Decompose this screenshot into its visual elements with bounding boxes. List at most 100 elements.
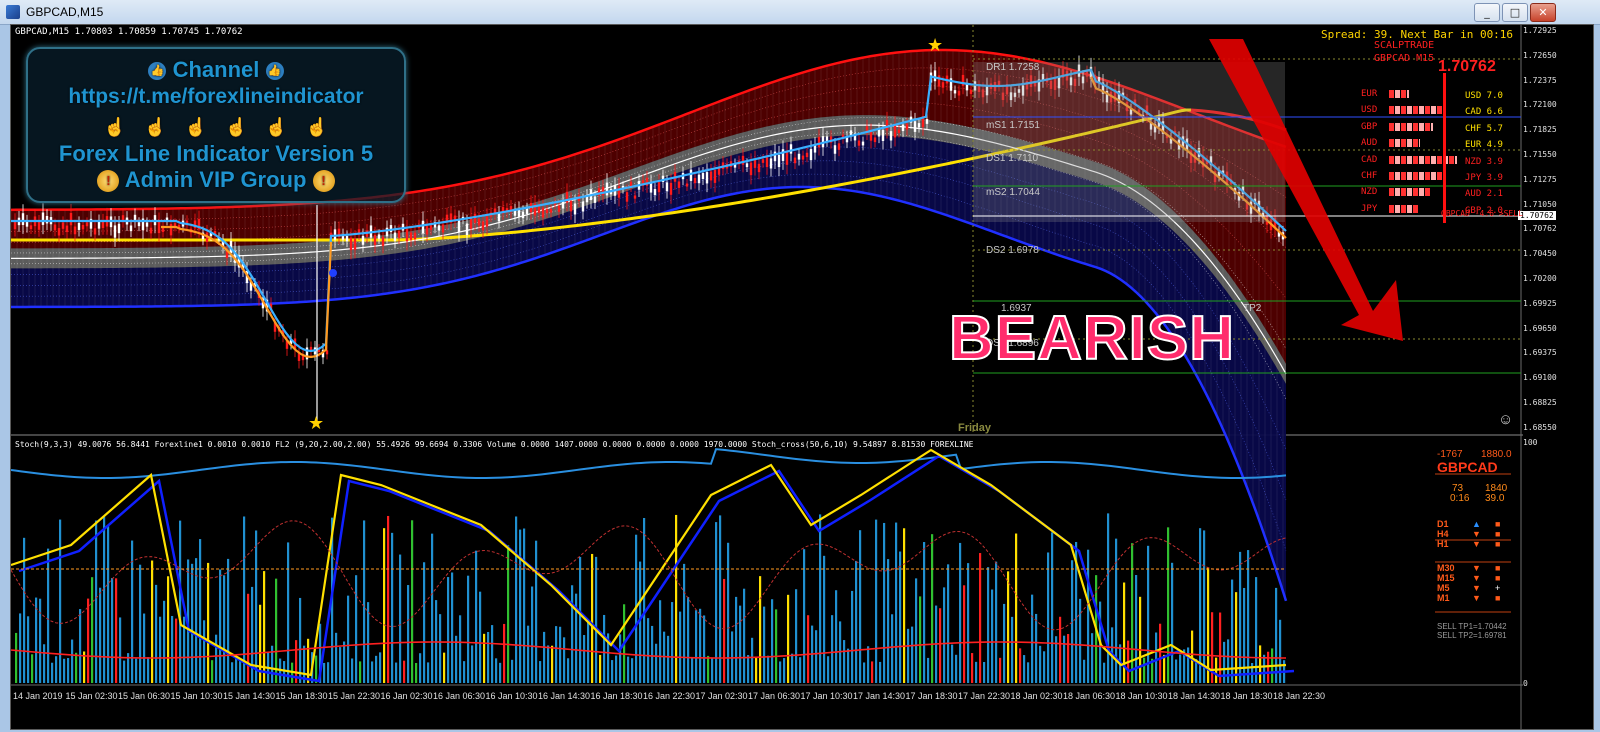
candle-body	[709, 171, 713, 181]
candle-body	[633, 195, 637, 199]
volume-bar	[679, 611, 682, 683]
volume-bar	[883, 522, 886, 683]
volume-bar	[691, 658, 694, 683]
volume-bar	[1179, 654, 1182, 683]
candle-body	[81, 224, 85, 230]
candle-body	[521, 211, 525, 219]
arrow-down-icon: ▼	[1472, 593, 1481, 603]
volume-bar	[751, 637, 754, 683]
arrow-down-icon: ▼	[1472, 539, 1481, 549]
volume-bar	[247, 593, 250, 683]
volume-bar	[363, 520, 366, 683]
volume-bar	[479, 591, 482, 683]
volume-bar	[335, 632, 338, 683]
volume-bar	[67, 658, 70, 683]
candle-body	[869, 131, 873, 141]
volume-bar	[591, 553, 594, 683]
candle-body	[769, 158, 773, 169]
volume-bar	[1139, 596, 1142, 683]
volume-bar	[787, 594, 790, 683]
candle-body	[677, 181, 681, 188]
volume-bar	[943, 587, 946, 683]
volume-bar	[655, 643, 658, 683]
strength-bar	[1389, 155, 1457, 164]
price-tick: 1.72650	[1523, 50, 1557, 60]
volume-bar	[151, 560, 154, 683]
volume-bar	[95, 520, 98, 683]
currency-left-nzd: NZD	[1361, 187, 1378, 198]
volume-bar	[723, 578, 726, 683]
candle-body	[473, 213, 477, 223]
volume-bar	[1103, 662, 1106, 683]
candle-body	[425, 226, 429, 235]
level-label-ds2: DS2 1.6978	[986, 245, 1039, 256]
candle-body	[941, 82, 945, 88]
volume-bar	[1163, 654, 1166, 683]
volume-bar	[603, 614, 606, 683]
volume-bar	[119, 617, 122, 683]
volume-bar	[171, 615, 174, 683]
volume-bar	[551, 645, 554, 683]
time-tick: 16 Jan 18:30	[590, 691, 643, 701]
volume-bar	[243, 516, 246, 683]
volume-bar	[1239, 551, 1242, 683]
scalptrade-label: SCALPTRADE GBPCAD M15	[1374, 39, 1434, 65]
volume-bar	[563, 637, 566, 683]
volume-bar	[827, 656, 830, 683]
volume-bar	[535, 540, 538, 683]
volume-bar	[147, 657, 150, 683]
candle-body	[625, 192, 629, 202]
volume-bar	[791, 653, 794, 683]
volume-bar	[351, 658, 354, 683]
volume-bar	[1207, 567, 1210, 683]
friday-label: Friday	[958, 422, 992, 434]
volume-bar	[967, 563, 970, 683]
volume-bar	[451, 572, 454, 683]
promo-link[interactable]: https://t.me/forexlineindicator	[28, 85, 404, 109]
candle-body	[885, 120, 889, 131]
volume-bar	[687, 597, 690, 683]
tf-status-icon: ■	[1495, 529, 1501, 539]
volume-bar	[819, 514, 822, 683]
price-tick: 1.71825	[1523, 125, 1557, 135]
volume-bar	[35, 597, 38, 683]
smiley-icon[interactable]: ☺	[1498, 411, 1513, 428]
volume-bar	[531, 586, 534, 683]
candle-body	[381, 236, 385, 246]
candle-body	[497, 213, 501, 222]
minimize-button[interactable]: _	[1474, 3, 1500, 22]
stoch-signal-line	[11, 448, 1287, 480]
promo-version: Forex Line Indicator Version 5	[58, 141, 374, 166]
candle-body	[437, 225, 441, 231]
candle-body	[65, 225, 69, 233]
volume-bar	[407, 585, 410, 683]
restore-button[interactable]: □	[1502, 3, 1528, 22]
volume-bar	[87, 598, 90, 683]
volume-bar	[307, 638, 310, 683]
volume-bar	[19, 613, 22, 683]
currency-right-jpy: JPY 3.9	[1465, 173, 1503, 183]
volume-bar	[403, 660, 406, 683]
candle-body	[477, 218, 481, 226]
volume-bar	[547, 645, 550, 683]
thumbs-up-icon: 👍	[265, 62, 284, 81]
scalptrade-line1: SCALPTRADE	[1374, 40, 1435, 51]
volume-bar	[91, 577, 94, 683]
time-tick: 17 Jan 06:30	[748, 691, 801, 701]
chart-window[interactable]: ★ ★ GBPCAD,M15 1.70803 1.70859 1.70745 1.…	[10, 24, 1594, 730]
promo-box[interactable]: 👍 Channel 👍 https://t.me/forexlineindica…	[26, 47, 406, 203]
price-tick: 1.69650	[1523, 323, 1557, 333]
volume-bar	[895, 522, 898, 683]
volume-bar	[15, 632, 18, 683]
strength-bar	[1389, 90, 1409, 98]
hand-pointer-icon: ☝	[184, 117, 207, 137]
hand-row: ☝ ☝ ☝ ☝ ☝ ☝	[28, 113, 404, 139]
arrow-down-icon: ▼	[1472, 563, 1481, 573]
volume-bar	[439, 614, 442, 683]
volume-bar	[667, 635, 670, 683]
star-icon: ★	[308, 413, 324, 434]
warning-badge-icon: !	[312, 170, 335, 193]
volume-bar	[423, 562, 426, 683]
close-button[interactable]: ✕	[1530, 3, 1556, 22]
thumbs-up-icon: 👍	[148, 62, 167, 81]
